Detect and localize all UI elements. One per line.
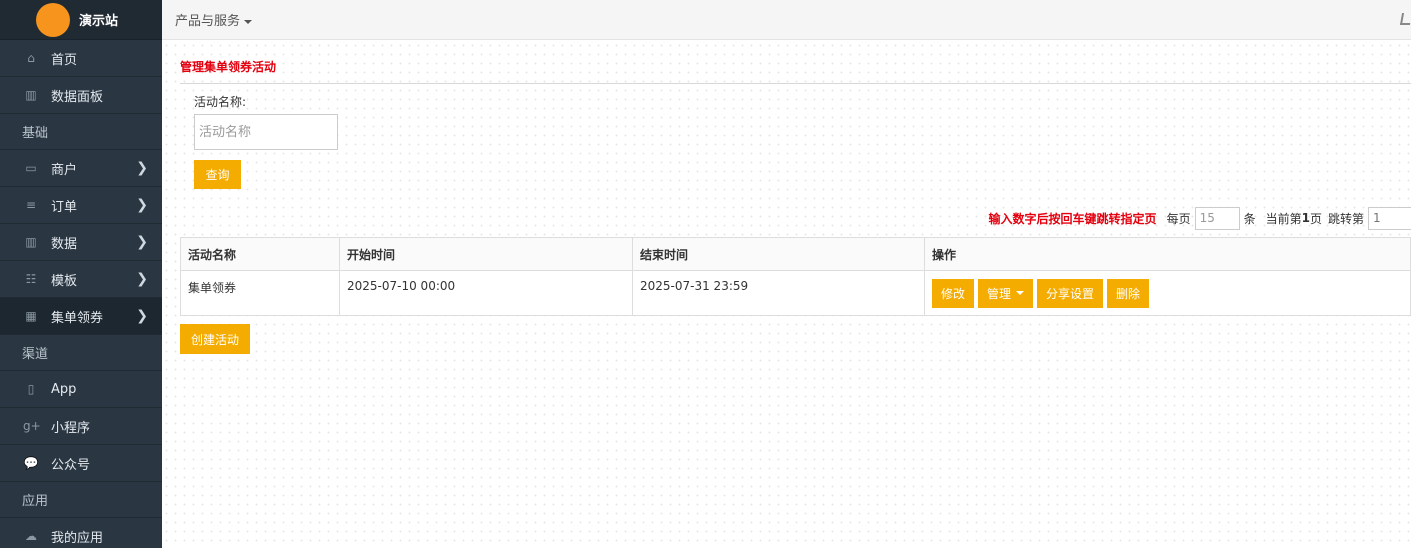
products-services-menu[interactable]: 产品与服务: [175, 10, 253, 29]
sidebar-item[interactable]: 💬 公众号: [0, 445, 162, 482]
products-services-label: 产品与服务: [175, 14, 241, 29]
sidebar-nav: ⌂ 首页 ▥ 数据面板基础 ▭ 商户 ❯ ≡ 订单 ❯ ▥ 数据 ❯ ☷ 模板 ❯ ▦ 集单领券 ❯ 渠道 ▯ App g+…: [0, 40, 162, 548]
sidebar-item[interactable]: ⌂ 首页: [0, 40, 162, 77]
main-content: 管理集单领券活动 活动名称: 查询 输入数字后按回车键跳转指定页 每页 条 当前…: [162, 41, 1411, 548]
current-page-suffix: 页: [1309, 211, 1322, 226]
share-settings-button[interactable]: 分享设置: [1037, 278, 1104, 308]
activity-name-label: 活动名称:: [194, 95, 247, 109]
brand[interactable]: 演示站: [0, 0, 162, 40]
sidebar-item[interactable]: ☁ 我的应用: [0, 518, 162, 548]
sidebar-item[interactable]: ▭ 商户 ❯: [0, 150, 162, 187]
col-header-name: 活动名称: [180, 237, 340, 271]
cell-activity-name: 集单领券: [180, 270, 340, 316]
activity-name-input[interactable]: [194, 114, 338, 150]
brand-name: 演示站: [79, 14, 119, 29]
sidebar-item[interactable]: ▦ 集单领券 ❯: [0, 298, 162, 335]
sidebar-item-label: 首页: [51, 52, 78, 68]
laptop-icon: ▭: [25, 161, 37, 175]
page-title: 管理集单领券活动: [180, 60, 277, 74]
chevron-right-icon: ❯: [136, 197, 148, 213]
jump-hint: 输入数字后按回车键跳转指定页: [988, 211, 1157, 226]
per-page-suffix: 条: [1243, 211, 1256, 226]
sidebar: 演示站 ⌂ 首页 ▥ 数据面板基础 ▭ 商户 ❯ ≡ 订单 ❯ ▥ 数据 ❯ ☷ 模板 ❯ ▦ 集单领券 ❯ 渠道 ▯ A…: [0, 0, 162, 548]
chevron-right-icon: ❯: [136, 160, 148, 176]
manage-label: 管理: [987, 286, 1012, 301]
cell-end-time: 2025-07-31 23:59: [632, 270, 925, 316]
current-page-prefix: 当前第: [1265, 211, 1302, 226]
sidebar-item[interactable]: ▯ App: [0, 371, 162, 408]
col-header-ops: 操作: [924, 237, 1411, 271]
edit-button[interactable]: 修改: [932, 278, 975, 308]
chevron-right-icon: ❯: [136, 271, 148, 287]
activity-table: 活动名称 开始时间 结束时间 操作 集单领券 2025-07-10 00:00 …: [180, 237, 1411, 316]
sidebar-group-label: 渠道: [0, 335, 162, 371]
home-icon: ⌂: [27, 51, 35, 65]
create-activity-button[interactable]: 创建活动: [180, 324, 250, 354]
sidebar-item[interactable]: ▥ 数据面板: [0, 77, 162, 114]
th-list-icon: ☷: [25, 272, 37, 286]
sidebar-item-label: 小程序: [51, 420, 91, 436]
table-header-row: 活动名称 开始时间 结束时间 操作: [180, 237, 1411, 271]
sidebar-item-label: App: [51, 381, 77, 397]
cloud-icon: ☁: [25, 529, 37, 543]
per-page-input[interactable]: [1194, 206, 1240, 230]
col-header-end: 结束时间: [632, 237, 925, 271]
sidebar-group-label: 基础: [0, 114, 162, 150]
user-icon[interactable]: [1399, 13, 1411, 25]
sidebar-item[interactable]: g+ 小程序: [0, 408, 162, 445]
list-icon: ≡: [25, 198, 37, 212]
divider: [180, 83, 1411, 84]
sidebar-item-label: 我的应用: [51, 530, 104, 546]
chevron-right-icon: ❯: [136, 308, 148, 324]
logo: [36, 2, 70, 37]
sidebar-item[interactable]: ☷ 模板 ❯: [0, 261, 162, 298]
pagination: 输入数字后按回车键跳转指定页 每页 条 当前第1页 跳转第: [989, 206, 1411, 230]
topbar: 产品与服务: [162, 0, 1411, 40]
sidebar-item-label: 数据面板: [51, 89, 104, 105]
delete-button[interactable]: 删除: [1107, 278, 1150, 308]
current-page-number: 1: [1301, 211, 1310, 225]
jump-label: 跳转第: [1327, 211, 1364, 226]
google-plus-icon: g+: [23, 419, 41, 433]
qrcode-icon: ▦: [25, 309, 37, 323]
sidebar-group-label: 应用: [0, 482, 162, 518]
caret-down-icon: [1016, 291, 1025, 295]
comments-icon: 💬: [23, 456, 39, 470]
query-button[interactable]: 查询: [194, 160, 241, 189]
table-row: 集单领券 2025-07-10 00:00 2025-07-31 23:59 修…: [180, 270, 1411, 316]
bar-chart-icon: ▥: [25, 235, 37, 249]
sidebar-item-label: 公众号: [51, 457, 91, 473]
sidebar-item-label: 商户: [51, 162, 78, 178]
cell-operations: 修改 管理 分享设置 删除: [924, 270, 1411, 316]
per-page-prefix: 每页: [1166, 211, 1191, 226]
sidebar-item-label: 模板: [51, 273, 78, 289]
bar-chart-icon: ▥: [25, 88, 37, 102]
sidebar-item-label: 数据: [51, 236, 78, 252]
chevron-right-icon: ❯: [136, 234, 148, 250]
caret-down-icon: [244, 19, 253, 24]
manage-dropdown-button[interactable]: 管理: [978, 278, 1034, 308]
sidebar-item-label: 订单: [51, 199, 78, 215]
col-header-start: 开始时间: [339, 237, 633, 271]
jump-page-input[interactable]: [1368, 206, 1411, 230]
tablet-icon: ▯: [27, 382, 35, 396]
sidebar-item-label: 集单领券: [51, 310, 104, 326]
sidebar-item[interactable]: ▥ 数据 ❯: [0, 224, 162, 261]
cell-start-time: 2025-07-10 00:00: [339, 270, 633, 316]
sidebar-item[interactable]: ≡ 订单 ❯: [0, 187, 162, 224]
